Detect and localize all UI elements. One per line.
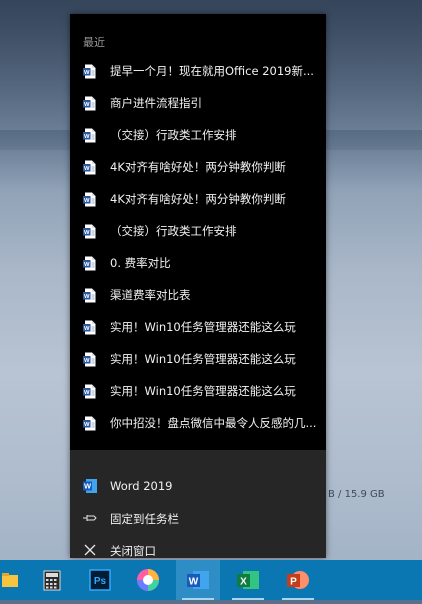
svg-text:W: W bbox=[189, 577, 199, 588]
word-document-icon: W bbox=[83, 96, 96, 111]
recent-document-item[interactable]: W 渠道费率对比表 bbox=[70, 279, 326, 311]
recent-document-label: （交接）行政类工作安排 bbox=[110, 127, 322, 143]
word-jump-list: 最近 W 提早一个月！现在就用Office 2019新... W 商户进件流程指引 W （… bbox=[70, 14, 326, 558]
open-word-app-item[interactable]: W Word 2019 bbox=[70, 470, 326, 502]
recent-list: W 提早一个月！现在就用Office 2019新... W 商户进件流程指引 W （交接）… bbox=[70, 55, 326, 439]
recent-document-label: 实用！Win10任务管理器还能这么玩 bbox=[110, 319, 322, 335]
close-label: 关闭窗口 bbox=[110, 544, 156, 558]
word-document-icon: W bbox=[83, 416, 96, 431]
word-document-icon: W bbox=[83, 160, 96, 175]
svg-text:W: W bbox=[84, 230, 90, 236]
svg-text:W: W bbox=[84, 262, 90, 268]
jump-list-tasks: W Word 2019 固定到任务栏 关闭窗口 bbox=[70, 450, 326, 558]
svg-text:W: W bbox=[84, 358, 90, 364]
word-document-icon: W bbox=[83, 224, 96, 239]
svg-text:W: W bbox=[84, 166, 90, 172]
recent-document-title: 实用！Win10任务管理器还能这么玩 bbox=[110, 384, 296, 398]
word-document-icon: W bbox=[83, 256, 96, 271]
word-document-icon: W bbox=[83, 384, 96, 399]
recent-document-title: 4K对齐有啥好处！两分钟教你判断 bbox=[110, 192, 286, 206]
word-document-icon: W bbox=[83, 320, 96, 335]
recent-document-item[interactable]: W 4K对齐有啥好处！两分钟教你判断 bbox=[70, 183, 326, 215]
recent-document-title: 实用！Win10任务管理器还能这么玩 bbox=[110, 320, 296, 334]
word-document-icon: W bbox=[83, 288, 96, 303]
photoshop-icon: Ps bbox=[89, 569, 111, 591]
word-document-icon: W bbox=[83, 64, 96, 79]
recent-document-item[interactable]: W （交接）行政类工作安排 bbox=[70, 119, 326, 151]
recent-document-title: （交接）行政类工作安排 bbox=[110, 128, 237, 142]
pin-icon bbox=[83, 515, 97, 521]
recent-document-item[interactable]: W 商户进件流程指引 bbox=[70, 87, 326, 119]
powerpoint-icon: P bbox=[287, 571, 309, 589]
recent-document-label: 你中招没！盘点微信中最令人反感的几... bbox=[110, 415, 322, 431]
recent-document-item[interactable]: W （交接）行政类工作安排 bbox=[70, 215, 326, 247]
truncation-ellipsis: ... bbox=[303, 64, 314, 78]
truncation-ellipsis: ... bbox=[305, 416, 317, 430]
recent-document-label: 实用！Win10任务管理器还能这么玩 bbox=[110, 351, 322, 367]
recent-document-title: 提早一个月！现在就用Office 2019新 bbox=[110, 64, 303, 78]
svg-text:W: W bbox=[84, 198, 90, 204]
recent-document-title: 你中招没！盘点微信中最令人反感的几 bbox=[110, 416, 306, 430]
recent-document-title: （交接）行政类工作安排 bbox=[110, 224, 237, 238]
recent-document-label: 渠道费率对比表 bbox=[110, 287, 322, 303]
recent-document-item[interactable]: W 4K对齐有啥好处！两分钟教你判断 bbox=[70, 151, 326, 183]
recent-document-title: 4K对齐有啥好处！两分钟教你判断 bbox=[110, 160, 286, 174]
taskbar-calculator[interactable] bbox=[30, 560, 74, 600]
taskbar-powerpoint[interactable]: P bbox=[276, 560, 320, 600]
svg-text:W: W bbox=[84, 390, 90, 396]
svg-text:W: W bbox=[84, 134, 90, 140]
svg-text:W: W bbox=[84, 326, 90, 332]
svg-text:W: W bbox=[84, 482, 92, 491]
pin-label: 固定到任务栏 bbox=[110, 512, 179, 526]
storage-text: B / 15.9 GB bbox=[328, 489, 385, 500]
calculator-icon bbox=[43, 570, 61, 591]
recent-document-title: 实用！Win10任务管理器还能这么玩 bbox=[110, 352, 296, 366]
recent-document-label: 提早一个月！现在就用Office 2019新... bbox=[110, 63, 322, 79]
word-app-label: Word 2019 bbox=[110, 479, 173, 493]
word-icon: W bbox=[187, 571, 209, 589]
recent-document-item[interactable]: W 提早一个月！现在就用Office 2019新... bbox=[70, 55, 326, 87]
pin-to-taskbar-item[interactable]: 固定到任务栏 bbox=[70, 502, 326, 534]
word-document-icon: W bbox=[83, 352, 96, 367]
taskbar-file-explorer[interactable] bbox=[0, 560, 34, 600]
svg-text:X: X bbox=[240, 577, 247, 588]
file-explorer-icon bbox=[2, 573, 18, 587]
word-app-icon: W bbox=[83, 479, 97, 493]
recent-document-item[interactable]: W 实用！Win10任务管理器还能这么玩 bbox=[70, 343, 326, 375]
word-document-icon: W bbox=[83, 192, 96, 207]
color-app-icon bbox=[137, 569, 159, 591]
close-icon bbox=[84, 544, 96, 556]
recent-document-item[interactable]: W 0. 费率对比 bbox=[70, 247, 326, 279]
recent-document-label: 实用！Win10任务管理器还能这么玩 bbox=[110, 383, 322, 399]
recent-document-item[interactable]: W 你中招没！盘点微信中最令人反感的几... bbox=[70, 407, 326, 439]
recent-document-item[interactable]: W 实用！Win10任务管理器还能这么玩 bbox=[70, 311, 326, 343]
svg-text:W: W bbox=[84, 102, 90, 108]
recent-document-label: 4K对齐有啥好处！两分钟教你判断 bbox=[110, 191, 322, 207]
recent-document-title: 渠道费率对比表 bbox=[110, 288, 191, 302]
taskbar-photoshop[interactable]: Ps bbox=[78, 560, 122, 600]
taskbar: Ps W X P bbox=[0, 560, 422, 600]
recent-section-title: 最近 bbox=[83, 36, 105, 49]
svg-text:W: W bbox=[84, 70, 90, 76]
taskbar-color-app[interactable] bbox=[126, 560, 170, 600]
recent-document-title: 商户进件流程指引 bbox=[110, 96, 202, 110]
svg-text:W: W bbox=[84, 294, 90, 300]
recent-document-label: 4K对齐有啥好处！两分钟教你判断 bbox=[110, 159, 322, 175]
word-document-icon: W bbox=[83, 128, 96, 143]
recent-document-label: （交接）行政类工作安排 bbox=[110, 223, 322, 239]
excel-icon: X bbox=[237, 571, 259, 589]
svg-text:W: W bbox=[84, 422, 90, 428]
recent-document-item[interactable]: W 实用！Win10任务管理器还能这么玩 bbox=[70, 375, 326, 407]
recent-document-label: 商户进件流程指引 bbox=[110, 95, 322, 111]
svg-text:P: P bbox=[290, 577, 297, 588]
recent-document-title: 0. 费率对比 bbox=[110, 256, 171, 270]
svg-text:Ps: Ps bbox=[94, 576, 107, 587]
taskbar-word[interactable]: W bbox=[176, 560, 220, 600]
taskbar-excel[interactable]: X bbox=[226, 560, 270, 600]
recent-document-label: 0. 费率对比 bbox=[110, 255, 322, 271]
